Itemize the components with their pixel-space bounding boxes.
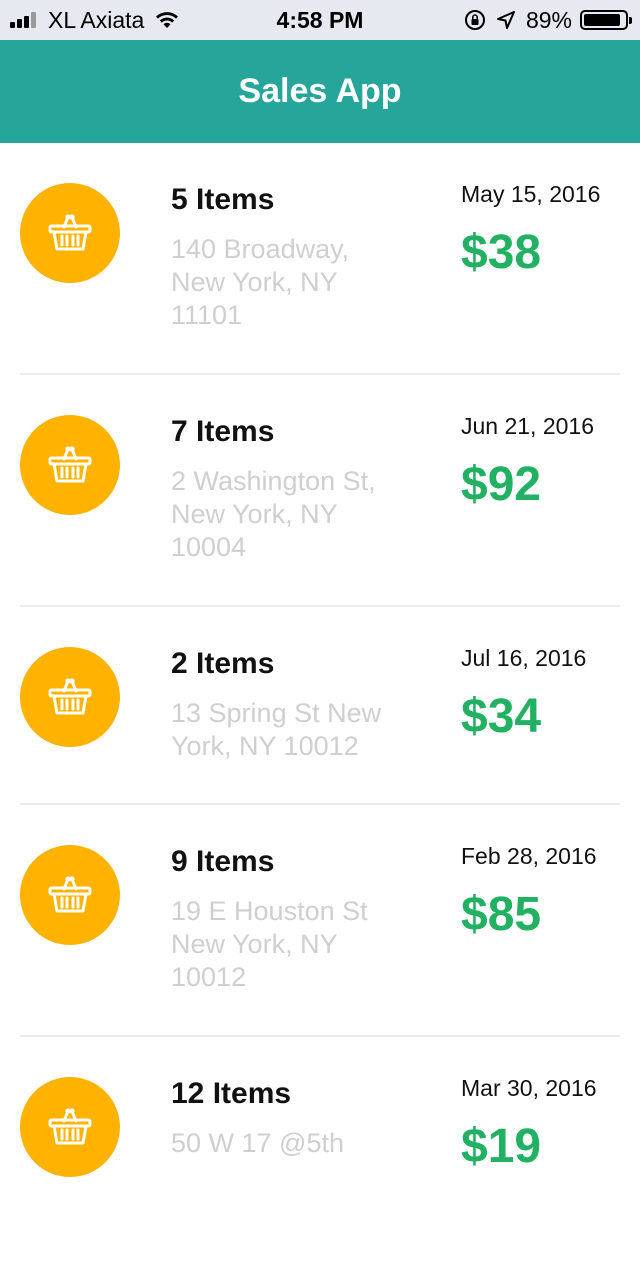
item-count: 7 Items [171,415,275,448]
item-count: 12 Items [171,1077,292,1110]
sale-date: Jul 16, 2016 [461,645,587,671]
status-bar: XL Axiata 4:58 PM 89% [0,0,640,40]
list-item[interactable]: 2 Items 13 Spring St New York, NY 10012 Ju… [0,607,640,805]
battery-percent: 89% [525,6,572,33]
item-count: 2 Items [171,647,275,680]
rotation-lock-icon [464,10,485,30]
sale-address: 13 Spring St New York, NY 10012 [171,698,382,761]
item-count: 5 Items [171,183,275,216]
sale-address: 50 W 17 @5th [171,1128,344,1158]
sale-amount: $38 [461,226,542,279]
basket-icon [20,845,120,945]
sale-address: 19 E Houston St New York, NY 10012 [171,896,368,992]
status-right: 89% [464,0,632,40]
item-count: 9 Items [171,845,275,878]
sale-amount: $85 [461,888,542,941]
sale-date: Feb 28, 2016 [461,843,597,869]
basket-icon [20,183,120,283]
list-item[interactable]: 9 Items 19 E Houston St New York, NY 1001… [0,805,640,1037]
sale-address: 140 Broadway, New York, NY 11101 [171,234,350,330]
sale-date: Mar 30, 2016 [461,1075,597,1101]
list-item[interactable]: 5 Items 140 Broadway, New York, NY 11101 M… [0,143,640,375]
page-title: Sales App [238,72,402,110]
sales-list: 5 Items 140 Broadway, New York, NY 11101 M… [0,143,640,1269]
sale-address: 2 Washington St, New York, NY 10004 [171,466,376,562]
battery-level [584,14,620,26]
location-arrow-icon [496,11,515,29]
list-item[interactable]: 7 Items 2 Washington St, New York, NY 100… [0,375,640,607]
basket-icon [20,415,120,515]
battery-icon [580,10,632,30]
sale-amount: $19 [461,1120,542,1173]
sale-date: May 15, 2016 [461,181,601,207]
sale-date: Jun 21, 2016 [461,413,595,439]
list-item[interactable]: 12 Items 50 W 17 @5th Mar 30, 2016 $19 [0,1037,640,1269]
sale-amount: $92 [461,458,542,511]
basket-icon [20,1077,120,1177]
sale-amount: $34 [461,690,542,743]
header-bar: Sales App [0,40,640,143]
basket-icon [20,647,120,747]
